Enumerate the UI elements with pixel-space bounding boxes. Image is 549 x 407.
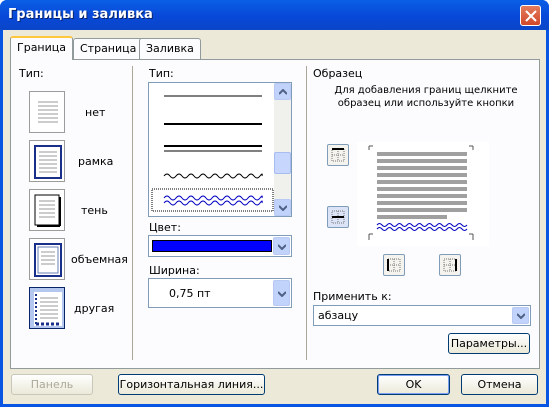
apply-value: абзацу bbox=[318, 309, 359, 322]
tab-border[interactable]: Граница bbox=[10, 36, 74, 60]
preview-hint: Для добавления границ щелкните образец и… bbox=[334, 85, 518, 109]
dialog-client: Граница Страница Заливка Тип: нет рамка … bbox=[3, 30, 546, 404]
close-button[interactable] bbox=[520, 5, 541, 26]
line-style-list[interactable] bbox=[148, 82, 292, 217]
setting-custom-icon bbox=[34, 292, 62, 326]
tab-shading-label: Заливка bbox=[146, 42, 194, 55]
preview-page bbox=[368, 145, 474, 240]
width-value: 0,75 пт bbox=[169, 287, 211, 300]
line-style-options bbox=[151, 95, 274, 212]
right-border-icon bbox=[443, 258, 457, 272]
setting-none-label: нет bbox=[85, 106, 106, 119]
ok-button[interactable]: OK bbox=[377, 374, 450, 395]
dialog-window: Границы и заливка Граница Страница Залив… bbox=[0, 0, 549, 407]
left-border-icon bbox=[387, 258, 401, 272]
setting-none[interactable] bbox=[29, 91, 65, 133]
setting-box[interactable] bbox=[29, 140, 65, 182]
setting-shadow-icon bbox=[34, 194, 61, 227]
scroll-thumb[interactable] bbox=[274, 152, 291, 174]
setting-custom-label: другая bbox=[74, 302, 115, 315]
width-dropdown[interactable]: 0,75 пт bbox=[148, 278, 292, 308]
tab-shading[interactable]: Заливка bbox=[139, 38, 201, 59]
width-label: Ширина: bbox=[149, 264, 200, 277]
separator-1 bbox=[132, 66, 133, 360]
setting-none-icon bbox=[38, 101, 58, 123]
close-icon bbox=[525, 10, 537, 22]
setting-3d[interactable] bbox=[29, 238, 65, 280]
top-border-button[interactable] bbox=[327, 144, 349, 166]
tab-page[interactable]: Страница bbox=[73, 38, 144, 59]
separator-2 bbox=[306, 66, 307, 360]
left-border-button[interactable] bbox=[383, 254, 405, 276]
setting-custom[interactable] bbox=[29, 287, 65, 329]
options-button[interactable]: Параметры... bbox=[448, 333, 530, 354]
setting-box-icon bbox=[34, 145, 62, 179]
preview-heading: Образец bbox=[313, 67, 363, 80]
setting-shadow-label: тень bbox=[81, 204, 108, 217]
window-title: Границы и заливка bbox=[8, 7, 153, 22]
tab-border-label: Граница bbox=[17, 41, 67, 54]
apply-dropdown[interactable]: абзацу bbox=[313, 305, 531, 326]
scroll-up-button[interactable] bbox=[274, 83, 291, 100]
panel-button[interactable]: Панель bbox=[11, 374, 93, 395]
apply-dropdown-arrow[interactable] bbox=[512, 307, 529, 324]
horizontal-line-button[interactable]: Горизонтальная линия... bbox=[118, 374, 265, 395]
preview-area[interactable] bbox=[357, 142, 489, 246]
apply-label: Применить к: bbox=[313, 290, 392, 303]
type-heading: Тип: bbox=[19, 67, 44, 80]
setting-box-label: рамка bbox=[78, 155, 114, 168]
color-label: Цвет: bbox=[149, 221, 181, 234]
chevron-down-icon bbox=[279, 205, 287, 211]
setting-3d-icon bbox=[34, 243, 62, 277]
tab-page-label: Страница bbox=[80, 42, 137, 55]
top-border-icon bbox=[331, 148, 345, 162]
middle-border-button[interactable] bbox=[327, 206, 349, 228]
style-heading: Тип: bbox=[149, 67, 174, 80]
chevron-down-icon bbox=[278, 291, 286, 297]
color-dropdown-arrow[interactable] bbox=[273, 237, 290, 255]
scroll-down-button[interactable] bbox=[274, 199, 291, 216]
setting-shadow[interactable] bbox=[29, 189, 65, 231]
chevron-up-icon bbox=[279, 89, 287, 95]
inside-horizontal-border-icon bbox=[331, 210, 345, 224]
chevron-down-icon bbox=[517, 313, 525, 319]
tab-panel-border: Тип: нет рамка тень объемная другая Тип:… bbox=[10, 59, 540, 369]
color-dropdown[interactable] bbox=[148, 235, 292, 257]
title-bar[interactable]: Границы и заливка bbox=[0, 0, 549, 30]
setting-3d-label: объемная bbox=[71, 253, 128, 266]
cancel-button[interactable]: Отмена bbox=[461, 374, 538, 395]
line-style-scrollbar[interactable] bbox=[274, 83, 291, 216]
color-swatch bbox=[152, 240, 272, 252]
width-dropdown-arrow[interactable] bbox=[273, 280, 290, 306]
right-border-button[interactable] bbox=[439, 254, 461, 276]
chevron-down-icon bbox=[278, 244, 286, 250]
